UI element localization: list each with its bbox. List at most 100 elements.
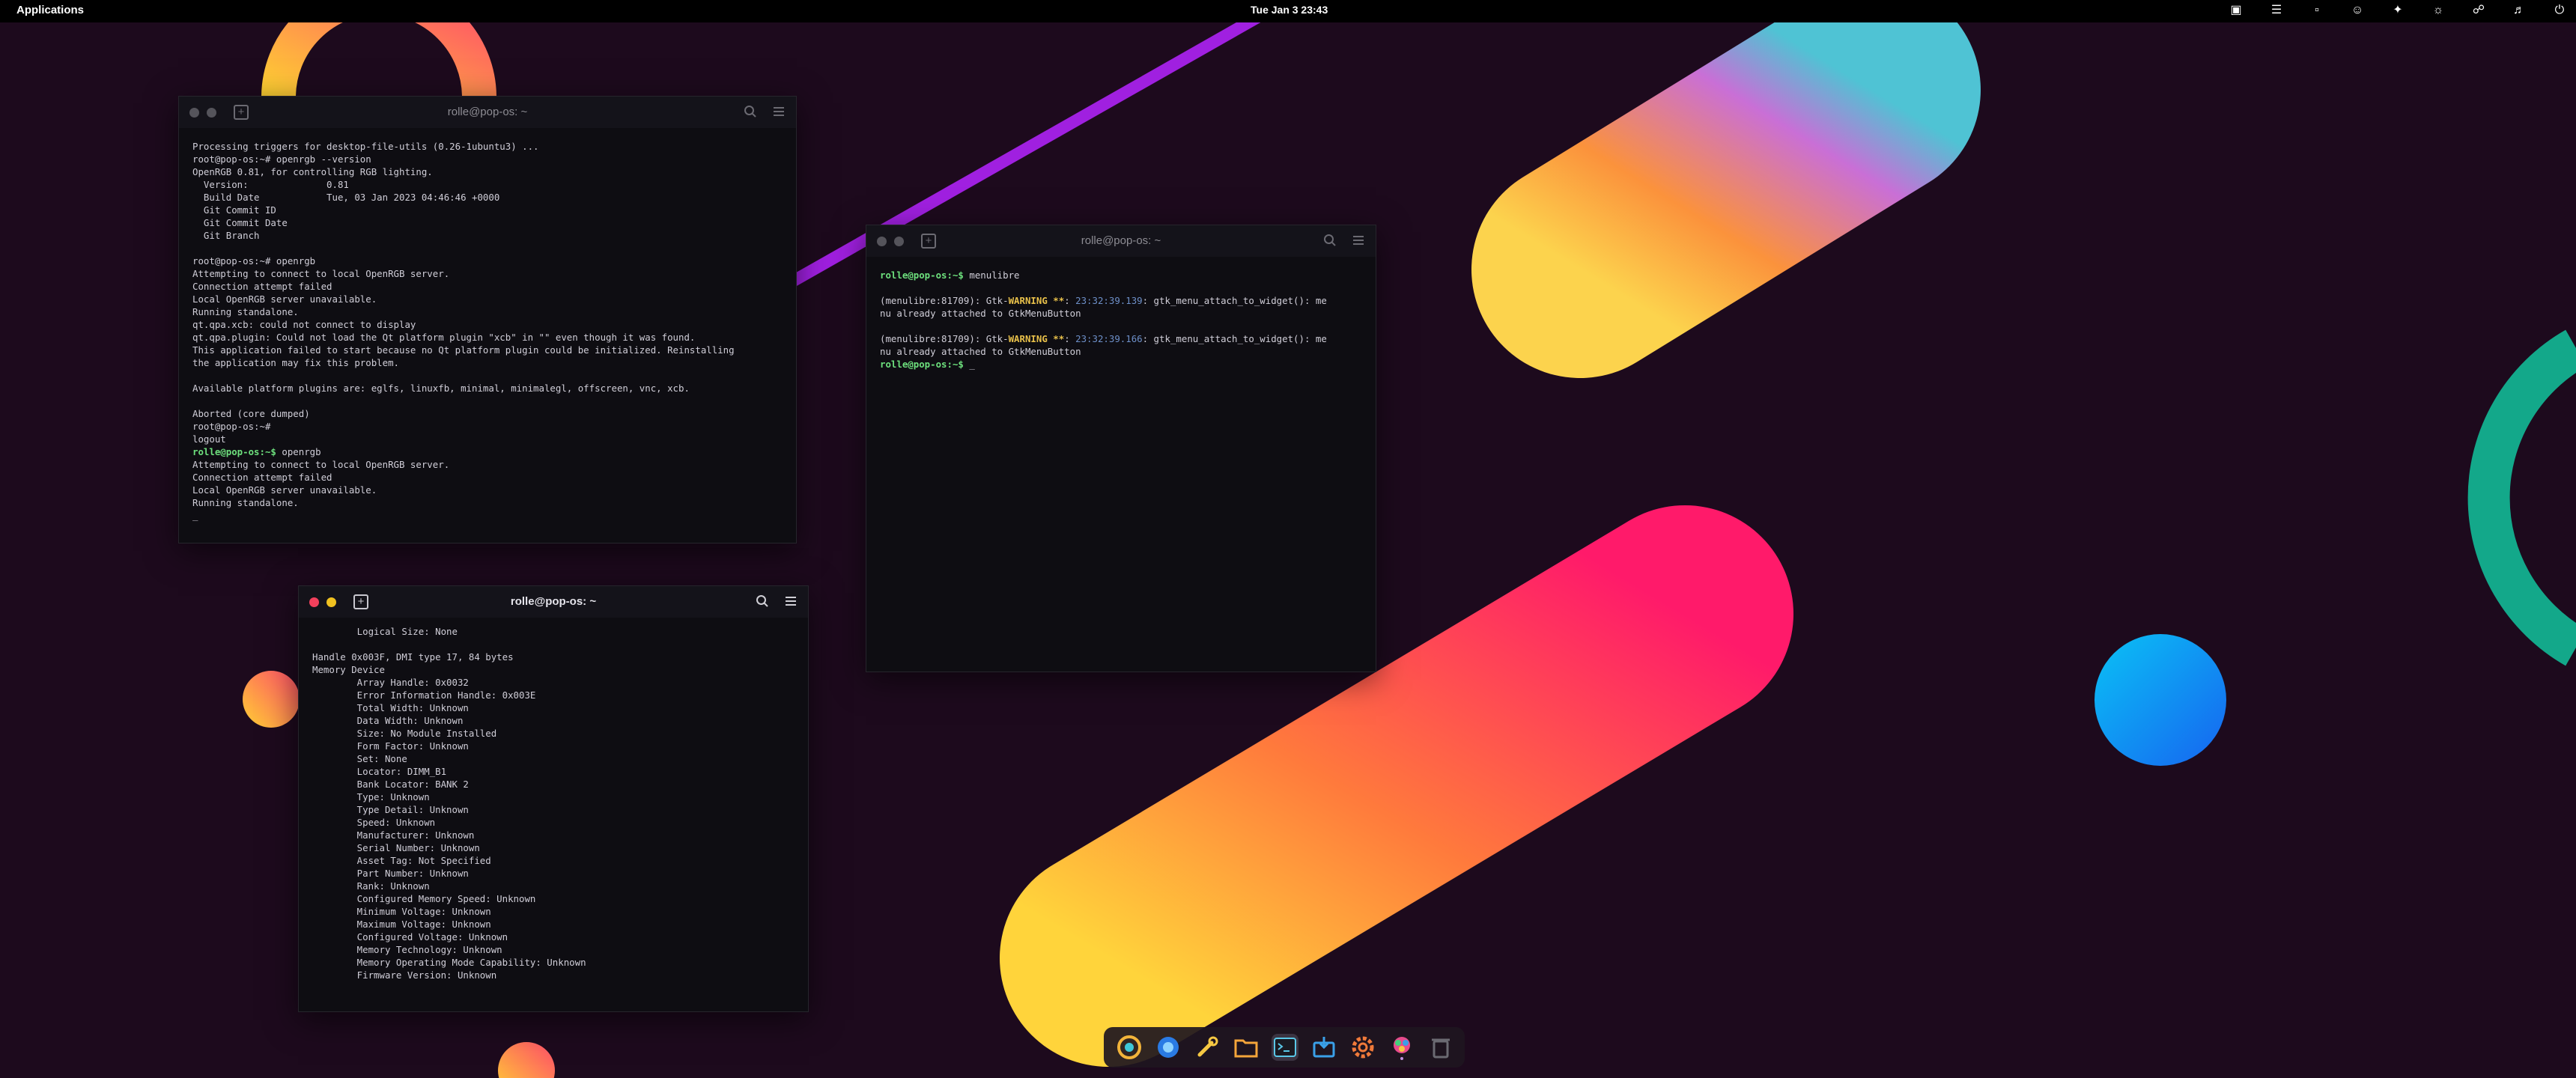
line-text: (menulibre:81709): Gtk- bbox=[880, 333, 1009, 344]
browser-icon[interactable] bbox=[1155, 1034, 1182, 1061]
line-text: Logical Size: None bbox=[312, 626, 458, 637]
line-text: openrgb bbox=[276, 446, 321, 457]
line-text: Build Date Tue, 03 Jan 2023 04:46:46 +00… bbox=[192, 192, 500, 203]
terminal-output[interactable]: rolle@pop-os:~$ menulibre (menulibre:817… bbox=[866, 257, 1376, 670]
terminal-line: rolle@pop-os:~$ _ bbox=[880, 358, 1362, 371]
terminal-line: nu already attached to GtkMenuButton bbox=[880, 345, 1362, 358]
terminal-line: Manufacturer: Unknown bbox=[312, 829, 795, 841]
network-icon[interactable]: ☍ bbox=[2471, 3, 2486, 18]
search-icon[interactable] bbox=[1323, 234, 1337, 247]
color-picker-icon[interactable] bbox=[1388, 1034, 1415, 1061]
line-text: Manufacturer: Unknown bbox=[312, 829, 475, 841]
terminal-window-openrgb[interactable]: + rolle@pop-os: ~ Processing triggers fo… bbox=[178, 96, 797, 543]
terminal-line: Attempting to connect to local OpenRGB s… bbox=[192, 458, 783, 471]
trash-icon[interactable] bbox=[1427, 1034, 1454, 1061]
terminal-line: Configured Memory Speed: Unknown bbox=[312, 892, 795, 905]
warning-label: WARNING ** bbox=[1008, 295, 1065, 306]
line-text: Running standalone. bbox=[192, 306, 299, 317]
line-text: Type Detail: Unknown bbox=[312, 804, 469, 815]
terminal-line: Configured Voltage: Unknown bbox=[312, 931, 795, 943]
applications-button[interactable]: Applications bbox=[16, 4, 84, 16]
wallpaper-small-circle-left bbox=[243, 671, 300, 728]
terminal-line: Git Commit ID bbox=[192, 204, 783, 216]
window-titlebar[interactable]: + rolle@pop-os: ~ bbox=[866, 225, 1376, 257]
terminal-line: qt.qpa.xcb: could not connect to display bbox=[192, 318, 783, 331]
wallpaper-blue-circle bbox=[2094, 634, 2226, 766]
window-title: rolle@pop-os: ~ bbox=[1081, 234, 1161, 247]
line-text: menulibre bbox=[963, 270, 1020, 281]
search-icon[interactable] bbox=[756, 594, 769, 608]
line-text: Memory Technology: Unknown bbox=[312, 944, 502, 955]
terminal-line: _ bbox=[192, 509, 783, 522]
line-text: Available platform plugins are: eglfs, l… bbox=[192, 383, 690, 394]
line-text: qt.qpa.plugin: Could not load the Qt pla… bbox=[192, 332, 696, 343]
settings-icon[interactable] bbox=[1349, 1034, 1376, 1061]
terminal-line: Minimum Voltage: Unknown bbox=[312, 905, 795, 918]
line-text: root@pop-os:~# openrgb --version bbox=[192, 153, 371, 165]
terminal-output[interactable]: Logical Size: None Handle 0x003F, DMI ty… bbox=[299, 618, 808, 1005]
terminal-line: Data Width: Unknown bbox=[312, 714, 795, 727]
terminal-line: Memory Device bbox=[312, 663, 795, 676]
window-titlebar[interactable]: + rolle@pop-os: ~ bbox=[179, 97, 796, 128]
brightness-icon[interactable]: ☼ bbox=[2431, 3, 2446, 18]
terminal-line: Git Branch bbox=[192, 229, 783, 242]
terminal-icon[interactable] bbox=[1272, 1034, 1298, 1061]
hamburger-menu-icon[interactable] bbox=[784, 594, 798, 608]
terminal-line: Array Handle: 0x0032 bbox=[312, 676, 795, 689]
search-icon[interactable] bbox=[744, 105, 757, 118]
terminal-line: Firmware Version: Unknown bbox=[312, 969, 795, 981]
line-text: Minimum Voltage: Unknown bbox=[312, 906, 491, 917]
system-icon[interactable]: ▣ bbox=[2229, 3, 2244, 18]
line-text: Total Width: Unknown bbox=[312, 702, 469, 713]
extensions-icon[interactable]: ✦ bbox=[2390, 3, 2405, 18]
line-text: Handle 0x003F, DMI type 17, 84 bytes bbox=[312, 651, 514, 663]
terminal-line: Size: No Module Installed bbox=[312, 727, 795, 740]
line-text: _ bbox=[192, 510, 198, 521]
line-text: Configured Voltage: Unknown bbox=[312, 931, 508, 943]
terminal-window-menulibre[interactable]: + rolle@pop-os: ~ rolle@pop-os:~$ menuli… bbox=[866, 225, 1376, 672]
line-text: : gtk_menu_attach_to_widget(): me bbox=[1142, 333, 1327, 344]
terminal-line: Aborted (core dumped) bbox=[192, 407, 783, 420]
terminal-line: Running standalone. bbox=[192, 496, 783, 509]
window-titlebar[interactable]: + rolle@pop-os: ~ bbox=[299, 586, 808, 618]
launcher-icon[interactable] bbox=[1116, 1034, 1143, 1061]
terminal-line: Form Factor: Unknown bbox=[312, 740, 795, 752]
line-text: qt.qpa.xcb: could not connect to display bbox=[192, 319, 416, 330]
line-text: Asset Tag: Not Specified bbox=[312, 855, 491, 866]
line-text: Part Number: Unknown bbox=[312, 868, 469, 879]
date-time-clock[interactable]: Tue Jan 3 23:43 bbox=[1251, 4, 1328, 16]
terminal-line: Bank Locator: BANK 2 bbox=[312, 778, 795, 791]
line-text: Firmware Version: Unknown bbox=[312, 969, 497, 981]
terminal-line: (menulibre:81709): Gtk-WARNING **: 23:32… bbox=[880, 332, 1362, 345]
line-text: : bbox=[1064, 295, 1076, 306]
notes-icon[interactable]: ☰ bbox=[2269, 3, 2284, 18]
terminal-line: Speed: Unknown bbox=[312, 816, 795, 829]
hamburger-menu-icon[interactable] bbox=[1352, 234, 1365, 247]
line-text: Bank Locator: BANK 2 bbox=[312, 779, 469, 790]
store-icon[interactable] bbox=[1310, 1034, 1337, 1061]
terminal-line: Attempting to connect to local OpenRGB s… bbox=[192, 267, 783, 280]
line-text: Local OpenRGB server unavailable. bbox=[192, 293, 377, 305]
line-text: Type: Unknown bbox=[312, 791, 430, 803]
terminal-line: rolle@pop-os:~$ menulibre bbox=[880, 269, 1362, 281]
terminal-output[interactable]: Processing triggers for desktop-file-uti… bbox=[179, 128, 796, 541]
tools-icon[interactable] bbox=[1194, 1034, 1221, 1061]
dock bbox=[1104, 1027, 1465, 1068]
terminal-line: logout bbox=[192, 433, 783, 445]
volume-icon[interactable]: ♬ bbox=[2512, 3, 2527, 18]
terminal-window-dmidecode[interactable]: + rolle@pop-os: ~ Logical Size: None Han… bbox=[298, 585, 809, 1012]
line-text: : gtk_menu_attach_to_widget(): me bbox=[1142, 295, 1327, 306]
line-text: Attempting to connect to local OpenRGB s… bbox=[192, 268, 450, 279]
clipboard-icon[interactable]: ▫ bbox=[2309, 3, 2324, 18]
line-text: Memory Device bbox=[312, 664, 385, 675]
hamburger-menu-icon[interactable] bbox=[772, 105, 786, 118]
line-text: Git Commit ID bbox=[192, 204, 276, 216]
line-text: Locator: DIMM_B1 bbox=[312, 766, 447, 777]
power-icon[interactable]: ⏻ bbox=[2552, 3, 2567, 18]
emoji-icon[interactable]: ☺ bbox=[2350, 3, 2365, 18]
shell-prompt: rolle@pop-os:~$ bbox=[880, 270, 964, 281]
files-icon[interactable] bbox=[1233, 1034, 1260, 1061]
line-text: Connection attempt failed bbox=[192, 281, 332, 292]
line-text: Set: None bbox=[312, 753, 407, 764]
